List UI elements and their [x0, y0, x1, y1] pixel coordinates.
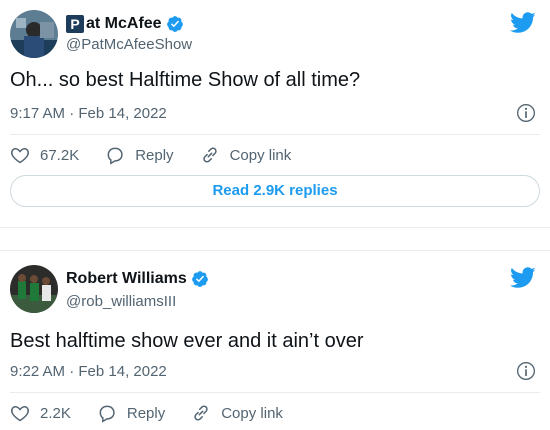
tweet-timestamp[interactable]: 9:17 AM · Feb 14, 2022 — [10, 105, 167, 122]
copy-link-button[interactable]: Copy link — [200, 145, 292, 165]
tweet-actions: 2.2K Reply Copy link — [10, 403, 309, 423]
author-name-row[interactable]: Robert Williams — [66, 268, 209, 290]
tweet-timestamp[interactable]: 9:22 AM · Feb 14, 2022 — [10, 363, 167, 380]
reply-label: Reply — [126, 404, 166, 422]
p-logo-icon: P — [66, 15, 84, 33]
info-icon[interactable] — [516, 361, 536, 381]
reply-icon — [107, 147, 123, 165]
info-icon[interactable] — [516, 103, 536, 123]
tweet-actions: 67.2K Reply Copy link — [10, 145, 317, 165]
author-name[interactable]: at McAfee — [86, 15, 162, 33]
like-count: 2.2K — [40, 404, 71, 422]
tweet-card-1: P at McAfee @PatMcAfeeShow Oh... so best… — [0, 0, 550, 228]
avatar[interactable] — [10, 10, 58, 58]
verified-badge-icon — [166, 16, 183, 32]
like-button[interactable]: 2.2K — [10, 403, 71, 423]
link-icon — [194, 405, 208, 421]
divider — [10, 134, 540, 135]
reply-button[interactable]: Reply — [97, 403, 165, 423]
twitter-bird-icon[interactable] — [510, 12, 536, 34]
avatar[interactable] — [10, 265, 58, 313]
copy-link-label: Copy link — [229, 146, 292, 164]
twitter-bird-icon[interactable] — [510, 267, 536, 289]
heart-icon — [11, 405, 29, 422]
author-handle[interactable]: @rob_williamsIII — [66, 293, 176, 310]
reply-button[interactable]: Reply — [105, 145, 174, 165]
reply-icon — [99, 405, 115, 423]
heart-icon — [11, 147, 29, 164]
author-name-row[interactable]: P at McAfee — [66, 13, 184, 35]
tweet-text: Best halftime show ever and it ain’t ove… — [10, 330, 364, 352]
author-name[interactable]: Robert Williams — [66, 270, 187, 288]
tweet-card-2: Robert Williams @rob_williamsIII Best ha… — [0, 250, 550, 430]
tweet-text: Oh... so best Halftime Show of all time? — [10, 69, 361, 91]
copy-link-button[interactable]: Copy link — [191, 403, 283, 423]
link-icon — [202, 147, 217, 163]
divider — [10, 392, 540, 393]
reply-label: Reply — [135, 146, 174, 164]
copy-link-label: Copy link — [221, 404, 283, 422]
read-replies-button[interactable]: Read 2.9K replies — [10, 175, 540, 207]
like-button[interactable]: 67.2K — [10, 145, 79, 165]
like-count: 67.2K — [40, 146, 80, 164]
tweet-separator — [0, 228, 550, 250]
verified-badge-icon — [191, 271, 208, 287]
author-handle[interactable]: @PatMcAfeeShow — [66, 36, 192, 53]
